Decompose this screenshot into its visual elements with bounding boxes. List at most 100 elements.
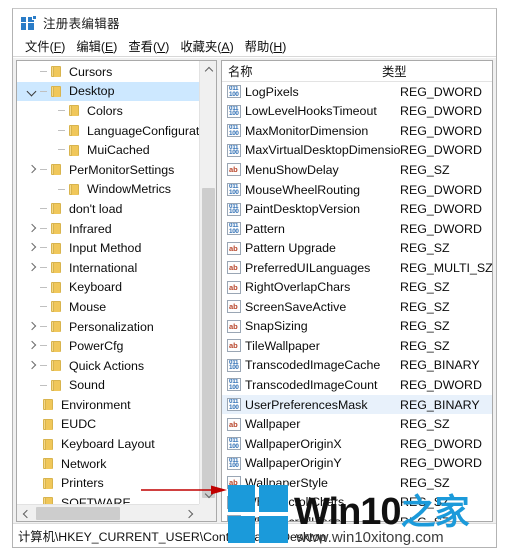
tree-item[interactable]: Printers [17, 473, 199, 493]
value-row[interactable]: 011 100 MouseWheelRouting REG_DWORD [222, 180, 492, 200]
value-row[interactable]: 011 100 PaintDesktopVersion REG_DWORD [222, 199, 492, 219]
value-row[interactable]: ab SnapSizing REG_SZ [222, 317, 492, 337]
value-row[interactable]: 011 100 WallpaperOriginY REG_DWORD [222, 453, 492, 473]
tree-item[interactable]: Personalization [17, 317, 199, 337]
value-row[interactable]: ab WheelScrollLinesREG_SZ [222, 512, 492, 521]
menu-help[interactable]: 帮助(H) [240, 36, 293, 56]
value-row[interactable]: ab Wallpaper REG_SZ [222, 414, 492, 434]
value-list[interactable]: 011 100 LogPixels REG_DWORD 011 100 LowLevelHo… [222, 82, 492, 521]
folder-icon [49, 65, 64, 78]
folder-icon [49, 340, 64, 353]
column-header-name[interactable]: 名称 [222, 62, 382, 80]
value-row[interactable]: 011 100 MaxVirtualDesktopDimension REG_DWOR… [222, 141, 492, 161]
chevron-right-icon[interactable] [25, 219, 40, 239]
value-row[interactable]: 011 100 TranscodedImageCount REG_DWORD [222, 375, 492, 395]
tree-item[interactable]: Infrared [17, 219, 199, 239]
value-row[interactable]: ab Pattern Upgrade REG_SZ [222, 238, 492, 258]
column-header-type[interactable]: 类型 [382, 62, 492, 80]
tree-horizontal-scrollbar[interactable] [17, 504, 216, 521]
menu-favorites[interactable]: 收藏夹(A) [175, 36, 239, 56]
folder-icon [67, 144, 82, 157]
value-row[interactable]: ab ScreenSaveActive REG_SZ [222, 297, 492, 317]
value-name: WheelScrollLines [245, 515, 400, 521]
tree-item[interactable]: EUDC [17, 415, 199, 435]
folder-icon [49, 202, 64, 215]
menu-edit[interactable]: 编辑(E) [71, 36, 123, 56]
folder-icon [41, 418, 56, 431]
value-type: REG_DWORD [400, 84, 482, 99]
chevron-right-icon[interactable] [25, 336, 40, 356]
tree-item[interactable]: Keyboard Layout [17, 434, 199, 454]
tree-item[interactable]: PerMonitorSettings [17, 160, 199, 180]
tree-vertical-scrollbar[interactable] [199, 61, 216, 504]
tree-scroll-thumb[interactable] [202, 188, 215, 498]
menu-view[interactable]: 查看(V) [123, 36, 175, 56]
value-row[interactable]: ab WallpaperStyle REG_SZ [222, 473, 492, 493]
tree-item[interactable]: International [17, 258, 199, 278]
tree-item[interactable]: SOFTWARE [17, 493, 199, 504]
value-row[interactable]: 011 100 Pattern REG_DWORD [222, 219, 492, 239]
tree-item[interactable]: don't load [17, 199, 199, 219]
tree-item-label: Cursors [69, 64, 113, 79]
tree-hscroll-thumb[interactable] [36, 507, 120, 520]
tree-item[interactable]: Mouse [17, 297, 199, 317]
value-row[interactable]: ab PreferredUILanguages REG_MULTI_SZ [222, 258, 492, 278]
status-bar: 计算机\HKEY_CURRENT_USER\Control Panel\Desk… [13, 523, 496, 547]
value-row[interactable]: ab RightOverlapChars REG_SZ [222, 277, 492, 297]
tree-item[interactable]: Colors [17, 101, 199, 121]
value-row[interactable]: 011 100 TranscodedImageCache REG_BINARY [222, 356, 492, 376]
menu-help-label: 帮助( [244, 39, 274, 54]
value-name: ScreenSaveActive [245, 299, 347, 314]
tree-item[interactable]: Keyboard [17, 278, 199, 298]
chevron-right-icon[interactable] [25, 160, 40, 180]
registry-tree[interactable]: Cursors Desktop Colors LanguageConfiguratio… [17, 61, 199, 504]
tree-item[interactable]: Network [17, 454, 199, 474]
tree-item[interactable]: Environment [17, 395, 199, 415]
value-row[interactable]: 011 100 MaxMonitorDimension REG_DWORD [222, 121, 492, 141]
tree-item[interactable]: Desktop [17, 81, 199, 102]
tree-item[interactable]: Quick Actions [17, 356, 199, 376]
chevron-right-icon[interactable] [25, 317, 40, 337]
tree-item[interactable]: MuiCached [17, 140, 199, 160]
tree-scroll-left-button[interactable] [17, 505, 34, 521]
menu-file[interactable]: 文件(F) [20, 36, 71, 56]
tree-item-label: Keyboard [69, 280, 123, 295]
tree-item[interactable]: Cursors [17, 62, 199, 82]
value-row[interactable]: ab WheelScrollChars REG_SZ [222, 492, 492, 512]
string-value-icon: ab [227, 300, 241, 314]
menu-edit-accel: E [105, 39, 114, 54]
value-row[interactable]: ab MenuShowDelay REG_SZ [222, 160, 492, 180]
chevron-right-icon[interactable] [25, 238, 40, 258]
folder-icon [49, 320, 64, 333]
tree-scroll-up-button[interactable] [200, 61, 216, 78]
chevron-right-icon[interactable] [25, 356, 40, 376]
folder-icon [49, 261, 64, 274]
value-name: PreferredUILanguages [245, 260, 371, 275]
tree-item[interactable]: Sound [17, 376, 199, 396]
tree-scroll-down-button[interactable] [200, 487, 216, 504]
tree-item-label: LanguageConfiguration [87, 123, 199, 138]
tree-item[interactable]: LanguageConfiguration [17, 121, 199, 141]
value-row[interactable]: ab TileWallpaper REG_SZ [222, 336, 492, 356]
tree-connector [40, 160, 49, 180]
tree-item-label: PerMonitorSettings [69, 162, 175, 177]
tree-scroll-right-button[interactable] [182, 505, 199, 521]
value-row[interactable]: 011 100 UserPreferencesMask REG_BINARY [222, 394, 492, 415]
menu-file-label: 文件( [25, 39, 54, 54]
folder-icon [49, 281, 64, 294]
chevron-down-icon[interactable] [25, 82, 40, 102]
value-row[interactable]: 011 100 LowLevelHooksTimeout REG_DWORD [222, 102, 492, 122]
value-row[interactable]: 011 100 WallpaperOriginX REG_DWORD [222, 434, 492, 454]
binary-value-icon: 011 100 [227, 456, 241, 470]
tree-item[interactable]: WindowMetrics [17, 180, 199, 200]
tree-item[interactable]: Input Method [17, 238, 199, 258]
tree-item[interactable]: PowerCfg [17, 336, 199, 356]
value-row[interactable]: 011 100 LogPixels REG_DWORD [222, 82, 492, 102]
chevron-right-icon[interactable] [25, 258, 40, 278]
folder-icon [49, 222, 64, 235]
